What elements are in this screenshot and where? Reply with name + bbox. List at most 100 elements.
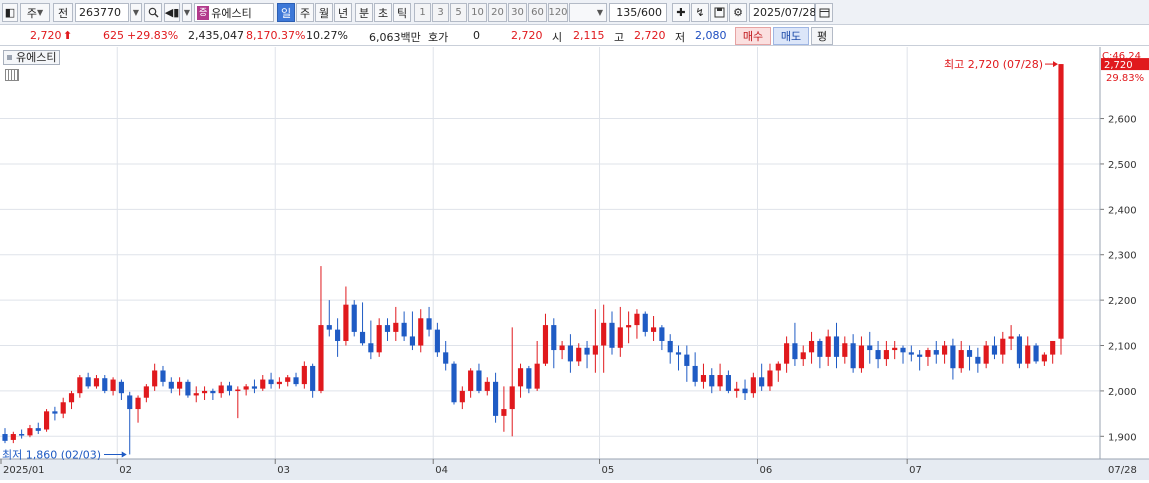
turnover-rate: 10.27%	[306, 29, 348, 42]
market-select[interactable]: 주 ▼	[20, 3, 50, 22]
interval-custom-select[interactable]: ▼	[569, 3, 607, 22]
candle-body	[942, 345, 948, 355]
date-tick-label: 02	[119, 465, 132, 476]
period-second[interactable]: 초	[374, 3, 392, 22]
grid-settings-icon[interactable]	[5, 69, 19, 81]
interval-20[interactable]: 20	[488, 3, 507, 22]
candle-body	[318, 325, 324, 391]
candle-body	[684, 354, 690, 366]
date-input[interactable]: 2025/07/28	[749, 3, 816, 22]
last-price-label: 2,720	[1104, 60, 1133, 71]
candle-body	[933, 350, 939, 355]
candle-body	[376, 325, 382, 353]
candle-body	[958, 350, 964, 369]
chart-toolbar: ◧ 주 ▼ 전 263770 ▼ ◀▮ ▼ 증 유에스티 일 주 월 년 분 초…	[0, 0, 1149, 25]
sell-button[interactable]: 매도	[773, 27, 809, 45]
candle-body	[443, 352, 449, 364]
candle-body	[384, 325, 391, 332]
candle-body	[601, 322, 607, 346]
candle-body	[326, 325, 332, 330]
candle-body	[892, 347, 898, 351]
speaker-dropdown[interactable]: ▼	[182, 3, 192, 22]
stock-code-input[interactable]: 263770	[75, 3, 129, 22]
candle-body	[509, 386, 515, 410]
candle-body	[60, 402, 66, 414]
hoga-label: 호가	[428, 31, 449, 44]
interval-30[interactable]: 30	[508, 3, 527, 22]
candle-body	[983, 345, 989, 364]
stock-name-field[interactable]: 증 유에스티	[194, 3, 274, 22]
candle-body	[168, 381, 174, 389]
candle-body	[434, 329, 440, 353]
candle-body	[991, 345, 998, 355]
interval-1[interactable]: 1	[414, 3, 431, 22]
code-dropdown[interactable]: ▼	[130, 3, 142, 22]
candle-body	[551, 325, 557, 351]
period-year[interactable]: 년	[334, 3, 352, 22]
candle-body	[875, 350, 881, 360]
chart-title[interactable]: 유에스티	[3, 50, 61, 65]
stock-name: 유에스티	[211, 6, 252, 20]
candle-body	[1000, 338, 1006, 355]
candle-body	[659, 327, 665, 341]
candle-body	[517, 368, 524, 387]
candle-body	[867, 345, 873, 351]
buy-button[interactable]: 매수	[735, 27, 771, 45]
candle-body	[268, 379, 274, 385]
candle-body	[177, 381, 183, 389]
current-price: 2,720	[30, 29, 62, 42]
candle-body	[734, 388, 740, 391]
gear-icon[interactable]: ⚙	[729, 3, 747, 22]
candle-body	[501, 409, 507, 416]
price-axis: 1,900 2,000 2,100 2,200 2,300 2,400 2,500 2,600	[1099, 47, 1137, 459]
interval-60[interactable]: 60	[528, 3, 547, 22]
candle-body	[1033, 345, 1039, 362]
chart-type-icon[interactable]: ✚	[672, 3, 690, 22]
price-chart[interactable]: 1,900 2,000 2,100 2,200 2,300 2,400 2,500 2,600…	[0, 47, 1149, 480]
interval-5[interactable]: 5	[450, 3, 467, 22]
calendar-icon[interactable]	[815, 3, 833, 22]
candle-count-input[interactable]: 135/600	[609, 3, 667, 22]
period-minute[interactable]: 분	[355, 3, 373, 22]
search-icon[interactable]	[144, 3, 162, 22]
candle-body	[310, 365, 316, 391]
candle-body	[102, 378, 108, 391]
candle-body	[118, 381, 124, 394]
save-icon[interactable]	[710, 3, 728, 22]
average-button[interactable]: 평	[811, 27, 833, 45]
speaker-icon[interactable]: ◀▮	[164, 3, 180, 22]
period-month[interactable]: 월	[315, 3, 333, 22]
interval-120[interactable]: 120	[548, 3, 568, 22]
period-week[interactable]: 주	[296, 3, 314, 22]
chevron-down-icon: ▼	[183, 8, 191, 17]
low-label: 저	[675, 31, 686, 44]
candle-body	[426, 318, 432, 330]
interval-3[interactable]: 3	[432, 3, 449, 22]
candle-body	[85, 377, 91, 387]
date-tick-label: 03	[277, 465, 290, 476]
candle-body	[2, 434, 8, 441]
candle-body	[1025, 345, 1031, 364]
candle-body	[808, 340, 815, 353]
period-tick[interactable]: 틱	[393, 3, 411, 22]
candle-body	[626, 325, 632, 328]
open-label: 시	[552, 31, 563, 44]
candle-body	[110, 379, 116, 391]
candle-body	[825, 336, 831, 357]
candle-body	[293, 377, 299, 385]
prev-button[interactable]: 전	[53, 3, 73, 22]
indicator-icon[interactable]: ↯	[691, 3, 709, 22]
interval-10[interactable]: 10	[468, 3, 487, 22]
candlestick-chart[interactable]: 1,900 2,000 2,100 2,200 2,300 2,400 2,500 2,600…	[0, 47, 1149, 480]
window-menu-icon[interactable]: ◧	[2, 3, 18, 22]
date-tick-label: 05	[602, 465, 615, 476]
candle-body	[476, 370, 482, 391]
candle-body	[10, 434, 16, 440]
period-day[interactable]: 일	[277, 3, 295, 22]
candle-body	[243, 386, 249, 390]
candle-body	[251, 386, 258, 389]
candle-body	[19, 434, 25, 436]
candle-body	[1050, 340, 1056, 355]
open-price: 2,115	[573, 29, 605, 42]
candle-body	[609, 322, 615, 348]
